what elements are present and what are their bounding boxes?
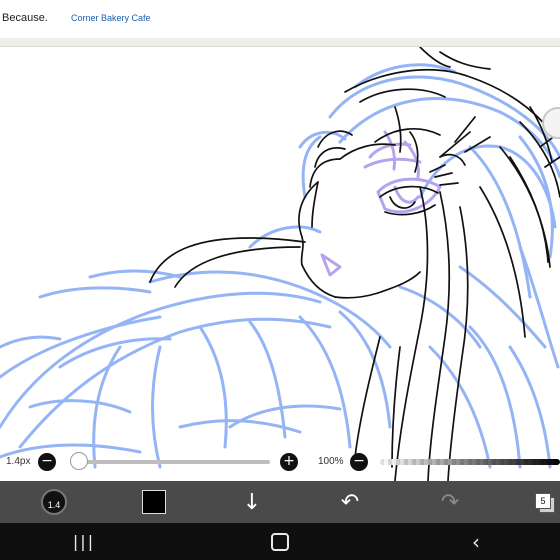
- layers-count: 5: [535, 493, 551, 509]
- home-icon: [271, 532, 289, 551]
- opacity-label: 100%: [318, 456, 344, 467]
- brush-size-slider-knob[interactable]: [70, 452, 88, 470]
- home-button[interactable]: [262, 523, 298, 560]
- ad-text: Because.: [2, 12, 48, 24]
- layers-icon: 5: [535, 493, 555, 513]
- brush-size-label: 1.4px: [6, 456, 31, 467]
- back-icon: ‹: [472, 529, 480, 554]
- undo-icon: ↶: [340, 489, 360, 515]
- recent-apps-button[interactable]: |||: [66, 523, 102, 560]
- tool-bar: 1.4 ↓ ↶ ↷ 5: [0, 481, 560, 523]
- brush-settings-bar: 1.4px − + 100% −: [0, 448, 560, 476]
- square-swatch-icon: [142, 490, 166, 514]
- brush-size-decrease-button[interactable]: −: [38, 453, 56, 471]
- brush-size-button[interactable]: 1.4: [36, 481, 72, 523]
- brush-size-value: 1.4: [47, 500, 61, 510]
- artwork: [0, 47, 560, 481]
- brush-size-increase-button[interactable]: +: [280, 453, 298, 471]
- layers-button[interactable]: 5: [528, 481, 560, 523]
- redo-button[interactable]: ↷: [432, 481, 468, 523]
- color-button[interactable]: [136, 481, 172, 523]
- download-button[interactable]: ↓: [234, 481, 270, 523]
- circle-icon: 1.4: [41, 489, 67, 515]
- system-nav-bar: ||| ‹: [0, 523, 560, 560]
- ad-divider: [0, 38, 560, 47]
- undo-button[interactable]: ↶: [332, 481, 368, 523]
- arrow-down-icon: ↓: [242, 489, 262, 515]
- recent-apps-icon: |||: [72, 532, 96, 551]
- brush-size-slider[interactable]: [70, 460, 270, 464]
- drawing-canvas[interactable]: [0, 47, 560, 481]
- redo-icon: ↷: [440, 489, 460, 515]
- ad-banner[interactable]: Because. Corner Bakery Cafe: [0, 0, 560, 38]
- opacity-slider[interactable]: [380, 459, 560, 465]
- back-button[interactable]: ‹: [458, 523, 494, 560]
- opacity-decrease-button[interactable]: −: [350, 453, 368, 471]
- ad-link[interactable]: Corner Bakery Cafe: [71, 13, 151, 23]
